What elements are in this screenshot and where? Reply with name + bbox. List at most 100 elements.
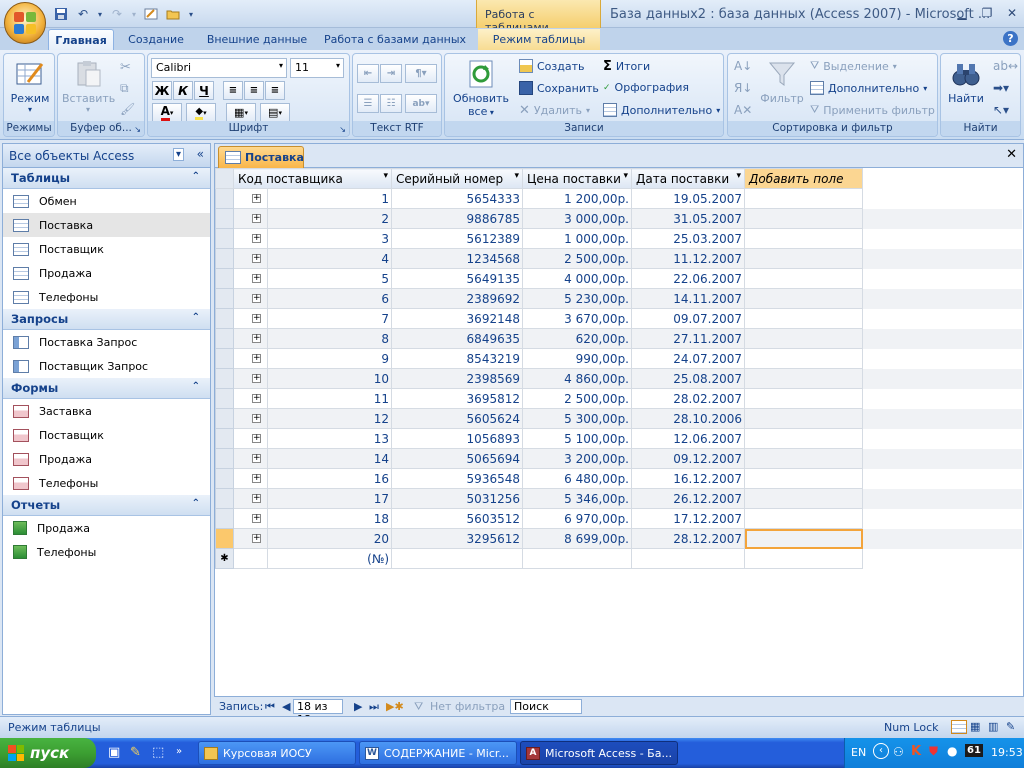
column-header[interactable]: Цена поставки ▾ — [522, 168, 632, 189]
start-button[interactable]: пуск — [0, 738, 96, 768]
open-folder-icon[interactable] — [164, 5, 182, 23]
row-selector[interactable] — [215, 388, 234, 409]
nav-item-query[interactable]: Поставщик Запрос — [3, 354, 210, 378]
first-record-icon[interactable]: ⏮ — [265, 700, 275, 714]
grid-cell[interactable]: 5649135 — [391, 268, 523, 289]
row-selector[interactable] — [215, 408, 234, 429]
add-field-cell[interactable] — [744, 368, 863, 389]
grid-cell[interactable]: 27.11.2007 — [631, 328, 745, 349]
expand-plus-icon[interactable]: + — [252, 514, 261, 523]
next-record-icon[interactable]: ▶ — [354, 700, 362, 713]
expand-plus-icon[interactable]: + — [252, 294, 261, 303]
autonumber-cell[interactable]: (№) — [267, 548, 392, 569]
add-field-cell[interactable] — [744, 528, 863, 549]
row-selector[interactable] — [215, 368, 234, 389]
clear-sort-icon[interactable]: A✕ — [734, 103, 752, 117]
new-record-nav-icon[interactable]: ▶✱ — [386, 700, 404, 713]
collapse-nav-icon[interactable]: « — [197, 147, 204, 161]
grid-cell[interactable]: 5612389 — [391, 228, 523, 249]
align-left-icon[interactable]: ≡ — [223, 81, 243, 100]
grid-cell[interactable]: 3295612 — [391, 528, 523, 549]
add-field-cell[interactable] — [744, 248, 863, 269]
customize-qat-icon[interactable]: ▾ — [186, 5, 196, 23]
add-field-cell[interactable] — [744, 188, 863, 209]
expand-plus-icon[interactable]: + — [252, 454, 261, 463]
grid-cell[interactable]: 4 860,00р. — [522, 368, 632, 389]
bold-button[interactable]: Ж — [152, 81, 172, 100]
grid-cell[interactable]: 11.12.2007 — [631, 248, 745, 269]
nav-pane-header[interactable]: Все объекты Access ▾ « — [3, 144, 210, 168]
save-icon[interactable] — [52, 5, 70, 23]
grid-cell[interactable] — [391, 548, 523, 569]
quick-launch-expand-icon[interactable]: » — [176, 746, 182, 757]
help-icon[interactable]: ? — [1003, 31, 1018, 46]
save-record-button[interactable]: Сохранить — [519, 81, 599, 95]
italic-button[interactable]: К — [173, 81, 193, 100]
grid-cell[interactable] — [522, 548, 632, 569]
expand-plus-icon[interactable]: + — [252, 334, 261, 343]
add-field-cell[interactable] — [744, 208, 863, 229]
row-selector[interactable] — [215, 508, 234, 529]
grid-cell[interactable]: 3 — [267, 228, 392, 249]
grid-cell[interactable]: 28.10.2006 — [631, 408, 745, 429]
row-selector[interactable] — [215, 428, 234, 449]
replace-icon[interactable]: ab↔ — [993, 59, 1018, 73]
add-field-cell[interactable] — [744, 288, 863, 309]
expand-plus-icon[interactable]: + — [252, 354, 261, 363]
nav-section-header[interactable]: Формы ⌃ — [3, 378, 210, 399]
grid-cell[interactable]: 5 300,00р. — [522, 408, 632, 429]
row-selector[interactable] — [215, 248, 234, 269]
grid-cell[interactable]: 3 670,00р. — [522, 308, 632, 329]
grid-cell[interactable]: 17 — [267, 488, 392, 509]
close-icon[interactable]: ✕ — [1000, 3, 1024, 23]
quick-launch-bin-icon[interactable]: ⬚ — [152, 745, 164, 760]
datasheet-view-icon[interactable] — [951, 720, 967, 734]
nav-item-table[interactable]: Обмен — [3, 189, 210, 213]
nav-item-table[interactable]: Поставщик — [3, 237, 210, 261]
add-field-cell[interactable] — [744, 328, 863, 349]
redo-dropdown-icon[interactable]: ▾ — [130, 5, 138, 23]
nav-item-form[interactable]: Поставщик — [3, 423, 210, 447]
grid-cell[interactable]: 3 000,00р. — [522, 208, 632, 229]
collapse-section-icon[interactable]: ⌃ — [192, 171, 200, 182]
nav-section-header[interactable]: Таблицы ⌃ — [3, 168, 210, 189]
grid-cell[interactable]: 5 — [267, 268, 392, 289]
add-field-cell[interactable] — [744, 448, 863, 469]
grid-cell[interactable]: 1056893 — [391, 428, 523, 449]
expand-plus-icon[interactable]: + — [252, 374, 261, 383]
grid-cell[interactable]: 3 200,00р. — [522, 448, 632, 469]
row-selector[interactable] — [215, 348, 234, 369]
pivot-chart-view-icon[interactable]: ▥ — [988, 720, 998, 733]
grid-cell[interactable]: 20 — [267, 528, 392, 549]
grid-cell[interactable]: 9886785 — [391, 208, 523, 229]
redo-icon[interactable]: ↷ — [108, 5, 126, 23]
grid-cell[interactable]: 2 500,00р. — [522, 248, 632, 269]
column-dropdown-icon[interactable]: ▾ — [736, 171, 741, 181]
nav-section-header[interactable]: Запросы ⌃ — [3, 309, 210, 330]
fill-color-icon[interactable]: ◆ ▾ — [186, 103, 216, 122]
grid-cell[interactable]: 19.05.2007 — [631, 188, 745, 209]
column-dropdown-icon[interactable]: ▾ — [623, 171, 628, 181]
paste-button[interactable]: Вставить ▾ — [62, 58, 115, 114]
nav-section-header[interactable]: Отчеты ⌃ — [3, 495, 210, 516]
paragraph-icon[interactable]: ¶▾ — [405, 64, 437, 83]
row-selector[interactable] — [215, 488, 234, 509]
decrease-indent-icon[interactable]: ⇤ — [357, 64, 379, 83]
grid-cell[interactable]: 11 — [267, 388, 392, 409]
grid-cell[interactable]: 22.06.2007 — [631, 268, 745, 289]
expand-plus-icon[interactable]: + — [252, 534, 261, 543]
add-field-cell[interactable] — [744, 488, 863, 509]
nav-item-form[interactable]: Заставка — [3, 399, 210, 423]
grid-cell[interactable]: 6 — [267, 288, 392, 309]
select-icon[interactable]: ↖▾ — [993, 103, 1009, 117]
add-field-cell[interactable] — [744, 408, 863, 429]
grid-cell[interactable]: 12.06.2007 — [631, 428, 745, 449]
prev-record-icon[interactable]: ◀ — [282, 700, 290, 713]
nav-item-form[interactable]: Телефоны — [3, 471, 210, 495]
expand-plus-icon[interactable]: + — [252, 414, 261, 423]
row-selector[interactable] — [215, 528, 234, 549]
delete-record-button[interactable]: ✕ Удалить ▾ — [519, 103, 590, 118]
tab-external-data[interactable]: Внешние данные — [200, 29, 314, 50]
alt-fill-icon[interactable]: ▤ ▾ — [260, 103, 290, 122]
grid-cell[interactable]: 5031256 — [391, 488, 523, 509]
